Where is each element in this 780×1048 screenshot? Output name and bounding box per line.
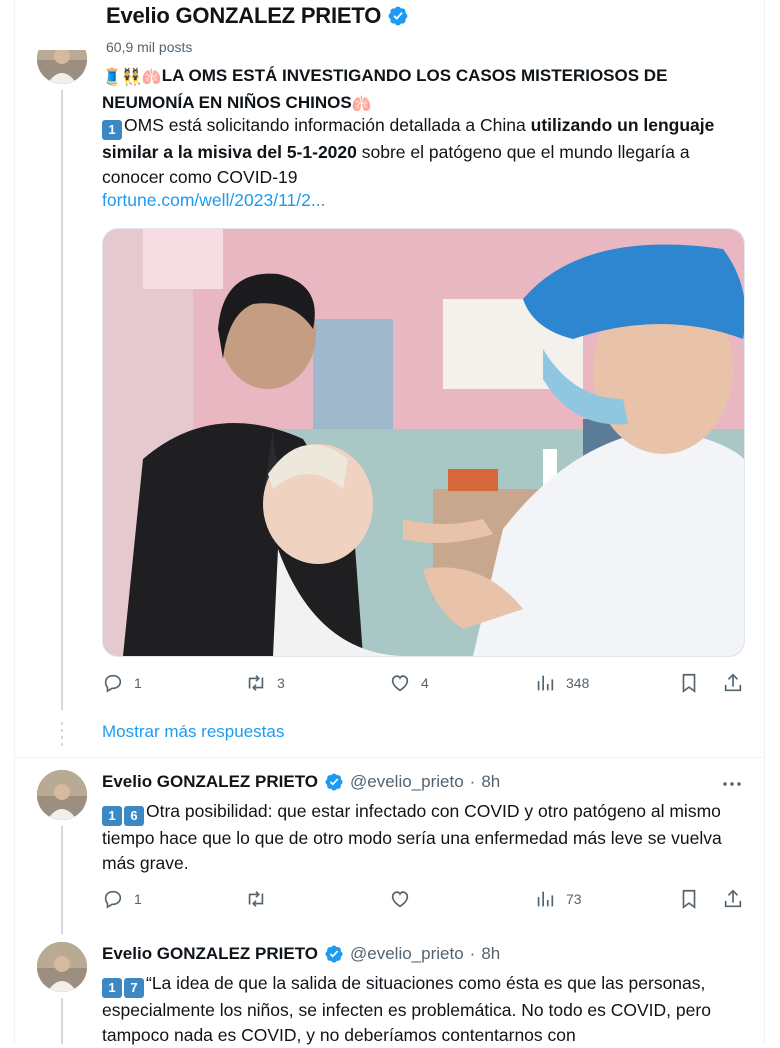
verified-badge-icon [325, 773, 343, 791]
reply-icon [104, 674, 122, 693]
reply2-author-name[interactable]: Evelio GONZALEZ PRIETO [102, 944, 318, 964]
thread-connector [61, 998, 63, 1044]
views-count: 348 [566, 675, 590, 691]
more-icon[interactable] [720, 772, 744, 796]
avatar[interactable] [37, 942, 87, 992]
profile-header-name[interactable]: Evelio GONZALEZ PRIETO [106, 3, 409, 29]
reply-icon [104, 890, 122, 909]
timeline-right-border [764, 0, 765, 1044]
retweet-button[interactable] [245, 888, 267, 910]
views-icon [537, 891, 554, 907]
retweet-count: 3 [277, 675, 285, 691]
avatar-photo [37, 770, 87, 820]
reply1-text: 1 6 Otra posibilidad: que estar infectado … [102, 799, 742, 876]
reply2-dot: · [469, 944, 476, 963]
tweet-title-line2: NEUMONÍA EN NIÑOS CHINOS [102, 93, 352, 112]
reply-count: 1 [134, 891, 142, 907]
views-count: 73 [566, 891, 582, 907]
views-button[interactable]: 348 [534, 672, 589, 694]
bookmark-icon [682, 889, 696, 909]
reply1-body: Otra posibilidad: que estar infectado co… [102, 801, 722, 873]
share-icon [724, 673, 742, 692]
like-count: 4 [421, 675, 429, 691]
reply1-dot: · [469, 772, 476, 791]
reply-count: 1 [134, 675, 142, 691]
reply1-author-name[interactable]: Evelio GONZALEZ PRIETO [102, 772, 318, 792]
divider [14, 757, 765, 758]
show-more-replies-link[interactable]: Mostrar más respuestas [102, 722, 284, 742]
timeline-left-border [14, 0, 15, 1044]
bookmark-button[interactable] [678, 672, 700, 694]
keycap-7-emoji: 7 [124, 978, 144, 998]
share-button[interactable] [722, 672, 744, 694]
tweet-title: 🧵👯🫁LA OMS ESTÁ INVESTIGANDO LOS CASOS MI… [102, 63, 742, 117]
avatar-photo [37, 942, 87, 992]
profile-name: Evelio GONZALEZ PRIETO [106, 3, 382, 28]
reply1-handle[interactable]: @evelio_prieto [350, 772, 464, 792]
avatar-photo [37, 50, 87, 84]
tweet-photo[interactable] [102, 228, 745, 657]
avatar[interactable] [37, 770, 87, 820]
keycap-1-emoji: 1 [102, 978, 122, 998]
reply2-handle[interactable]: @evelio_prieto [350, 944, 464, 964]
thread-gap-dots [61, 722, 63, 750]
reply-button[interactable]: 1 [102, 672, 142, 694]
keycap-1-emoji: 1 [102, 120, 122, 140]
verified-badge-icon [325, 945, 343, 963]
retweet-icon [248, 675, 264, 691]
reply2-body: “La idea de que la salida de situaciones… [102, 973, 711, 1045]
tweet-body-part1: OMS está solicitando información detalla… [124, 115, 531, 135]
reply1-header: Evelio GONZALEZ PRIETO @evelio_prieto · … [102, 772, 500, 792]
bookmark-icon [682, 673, 696, 693]
like-icon [391, 891, 409, 908]
keycap-1-emoji: 1 [102, 806, 122, 826]
reply2-header: Evelio GONZALEZ PRIETO @evelio_prieto · … [102, 944, 500, 964]
share-icon [724, 889, 742, 908]
profile-post-count: 60,9 mil posts [106, 39, 193, 55]
tweet-title-line1: LA OMS ESTÁ INVESTIGANDO LOS CASOS MISTE… [161, 66, 668, 85]
retweet-icon [248, 891, 264, 907]
thread-connector [61, 90, 63, 710]
reply2-text: 1 7 “La idea de que la salida de situacion… [102, 971, 742, 1048]
retweet-button[interactable]: 3 [245, 672, 285, 694]
reply1-time[interactable]: 8h [481, 772, 500, 792]
tweet-body: 1 OMS está solicitando información detall… [102, 113, 742, 190]
thread-emojis: 🧵👯🫁 [102, 69, 162, 86]
bookmark-button[interactable] [678, 888, 700, 910]
reply-button[interactable]: 1 [102, 888, 142, 910]
reply1-actions: 1 73 [102, 888, 744, 918]
like-button[interactable]: 4 [389, 672, 429, 694]
tweet-actions: 1 3 4 348 [102, 672, 744, 702]
views-icon [537, 675, 554, 691]
verified-badge-icon [388, 6, 408, 26]
like-icon [391, 675, 409, 692]
like-button[interactable] [389, 888, 411, 910]
reply2-time[interactable]: 8h [481, 944, 500, 964]
avatar[interactable] [37, 50, 87, 84]
tweet-link[interactable]: fortune.com/well/2023/11/2... [102, 188, 742, 213]
share-button[interactable] [722, 888, 744, 910]
photo-vaccination-scene [103, 229, 744, 656]
thread-connector [61, 826, 63, 934]
keycap-6-emoji: 6 [124, 806, 144, 826]
views-button[interactable]: 73 [534, 888, 582, 910]
